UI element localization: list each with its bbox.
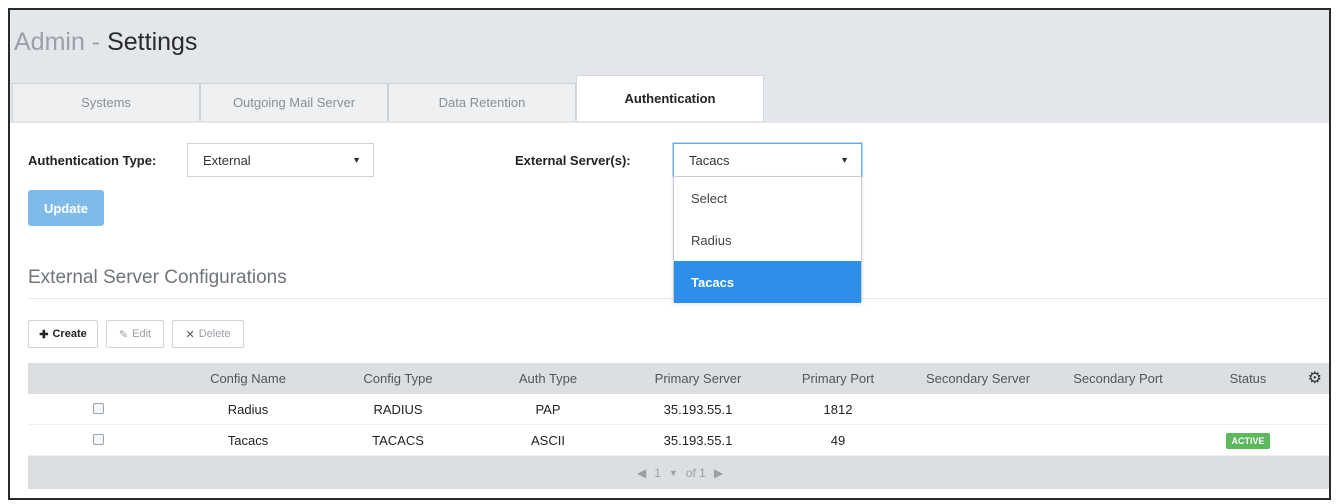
pencil-icon: ✎	[118, 328, 129, 341]
col-primary-port[interactable]: Primary Port	[768, 371, 908, 386]
row-select-cell	[28, 402, 168, 417]
cell-primary-server: 35.193.55.1	[663, 432, 733, 448]
title-prefix: Admin -	[14, 28, 108, 56]
col-auth-type[interactable]: Auth Type	[468, 371, 628, 386]
col-config-name[interactable]: Config Name	[168, 371, 328, 386]
dropdown-option-tacacs[interactable]: Tacacs	[674, 261, 861, 303]
col-secondary-server[interactable]: Secondary Server	[908, 371, 1048, 386]
tab-authentication[interactable]: Authentication	[576, 75, 764, 121]
edit-button[interactable]: ✎ Edit	[106, 320, 164, 348]
cell-status: ACTIVE	[1188, 432, 1308, 449]
cell-config-type: TACACS	[372, 432, 424, 448]
tab-data-retention[interactable]: Data Retention	[388, 83, 576, 121]
row-checkbox[interactable]	[92, 402, 104, 414]
external-server-select[interactable]: Tacacs ▼	[673, 143, 862, 177]
delete-label: Delete	[198, 328, 231, 340]
external-server-label: External Server(s):	[515, 153, 631, 168]
table-header: Config Name Config Type Auth Type Primar…	[28, 363, 1329, 394]
page-header: Admin - Settings Systems Outgoing Mail S…	[10, 10, 1329, 123]
cell-auth-type: ASCII	[531, 432, 565, 448]
page-caret-down-icon[interactable]: ▼	[669, 468, 678, 478]
pagination: ◀ 1 ▼ of 1 ▶	[28, 456, 1329, 489]
caret-down-icon: ▼	[840, 155, 849, 165]
col-secondary-port[interactable]: Secondary Port	[1048, 371, 1188, 386]
settings-tabs: Systems Outgoing Mail Server Data Retent…	[12, 75, 764, 121]
status-badge: ACTIVE	[1226, 432, 1270, 449]
external-server-dropdown: Select Radius Tacacs	[673, 176, 862, 303]
page-title: Admin - Settings	[14, 28, 197, 57]
close-icon: ✕	[185, 328, 195, 341]
caret-right-icon[interactable]: ▶	[714, 466, 723, 480]
col-primary-server[interactable]: Primary Server	[628, 371, 768, 386]
auth-type-value: External	[203, 152, 251, 168]
page-number[interactable]: 1	[654, 466, 661, 480]
row-select-cell	[28, 433, 168, 448]
cell-primary-port: 1812	[823, 401, 853, 417]
cell-primary-port: 49	[830, 432, 846, 448]
auth-type-select[interactable]: External ▼	[187, 143, 374, 177]
create-label: Create	[52, 328, 87, 340]
section-title: External Server Configurations	[28, 267, 287, 288]
cell-primary-server: 35.193.55.1	[663, 401, 733, 417]
title-main: Settings	[107, 28, 198, 56]
dropdown-option-select[interactable]: Select	[674, 177, 861, 219]
cell-config-name: Radius	[227, 401, 269, 417]
caret-left-icon[interactable]: ◀	[637, 466, 646, 480]
update-button[interactable]: Update	[28, 190, 104, 226]
create-button[interactable]: ✚ Create	[28, 320, 98, 348]
table-row[interactable]: Radius RADIUS PAP 35.193.55.1 1812	[28, 394, 1329, 425]
col-config-type[interactable]: Config Type	[328, 371, 468, 386]
page-count: of 1	[685, 465, 706, 480]
auth-type-label: Authentication Type:	[28, 153, 157, 168]
col-status[interactable]: Status	[1188, 371, 1308, 386]
tab-outgoing-mail-server[interactable]: Outgoing Mail Server	[200, 83, 388, 121]
server-config-table: Config Name Config Type Auth Type Primar…	[28, 363, 1329, 489]
dropdown-option-radius[interactable]: Radius	[674, 219, 861, 261]
table-row[interactable]: Tacacs TACACS ASCII 35.193.55.1 49 ACTIV…	[28, 425, 1329, 456]
delete-button[interactable]: ✕ Delete	[172, 320, 244, 348]
plus-icon: ✚	[39, 328, 49, 341]
cell-auth-type: PAP	[535, 401, 561, 417]
cell-config-type: RADIUS	[373, 401, 423, 417]
external-server-value: Tacacs	[689, 152, 730, 168]
gear-icon[interactable]: ⚙	[1308, 368, 1322, 388]
cell-config-name: Tacacs	[227, 432, 269, 448]
edit-label: Edit	[132, 328, 152, 340]
settings-window: Admin - Settings Systems Outgoing Mail S…	[8, 8, 1331, 500]
caret-down-icon: ▼	[352, 155, 361, 165]
row-checkbox[interactable]	[92, 433, 104, 445]
tab-systems[interactable]: Systems	[12, 83, 200, 121]
